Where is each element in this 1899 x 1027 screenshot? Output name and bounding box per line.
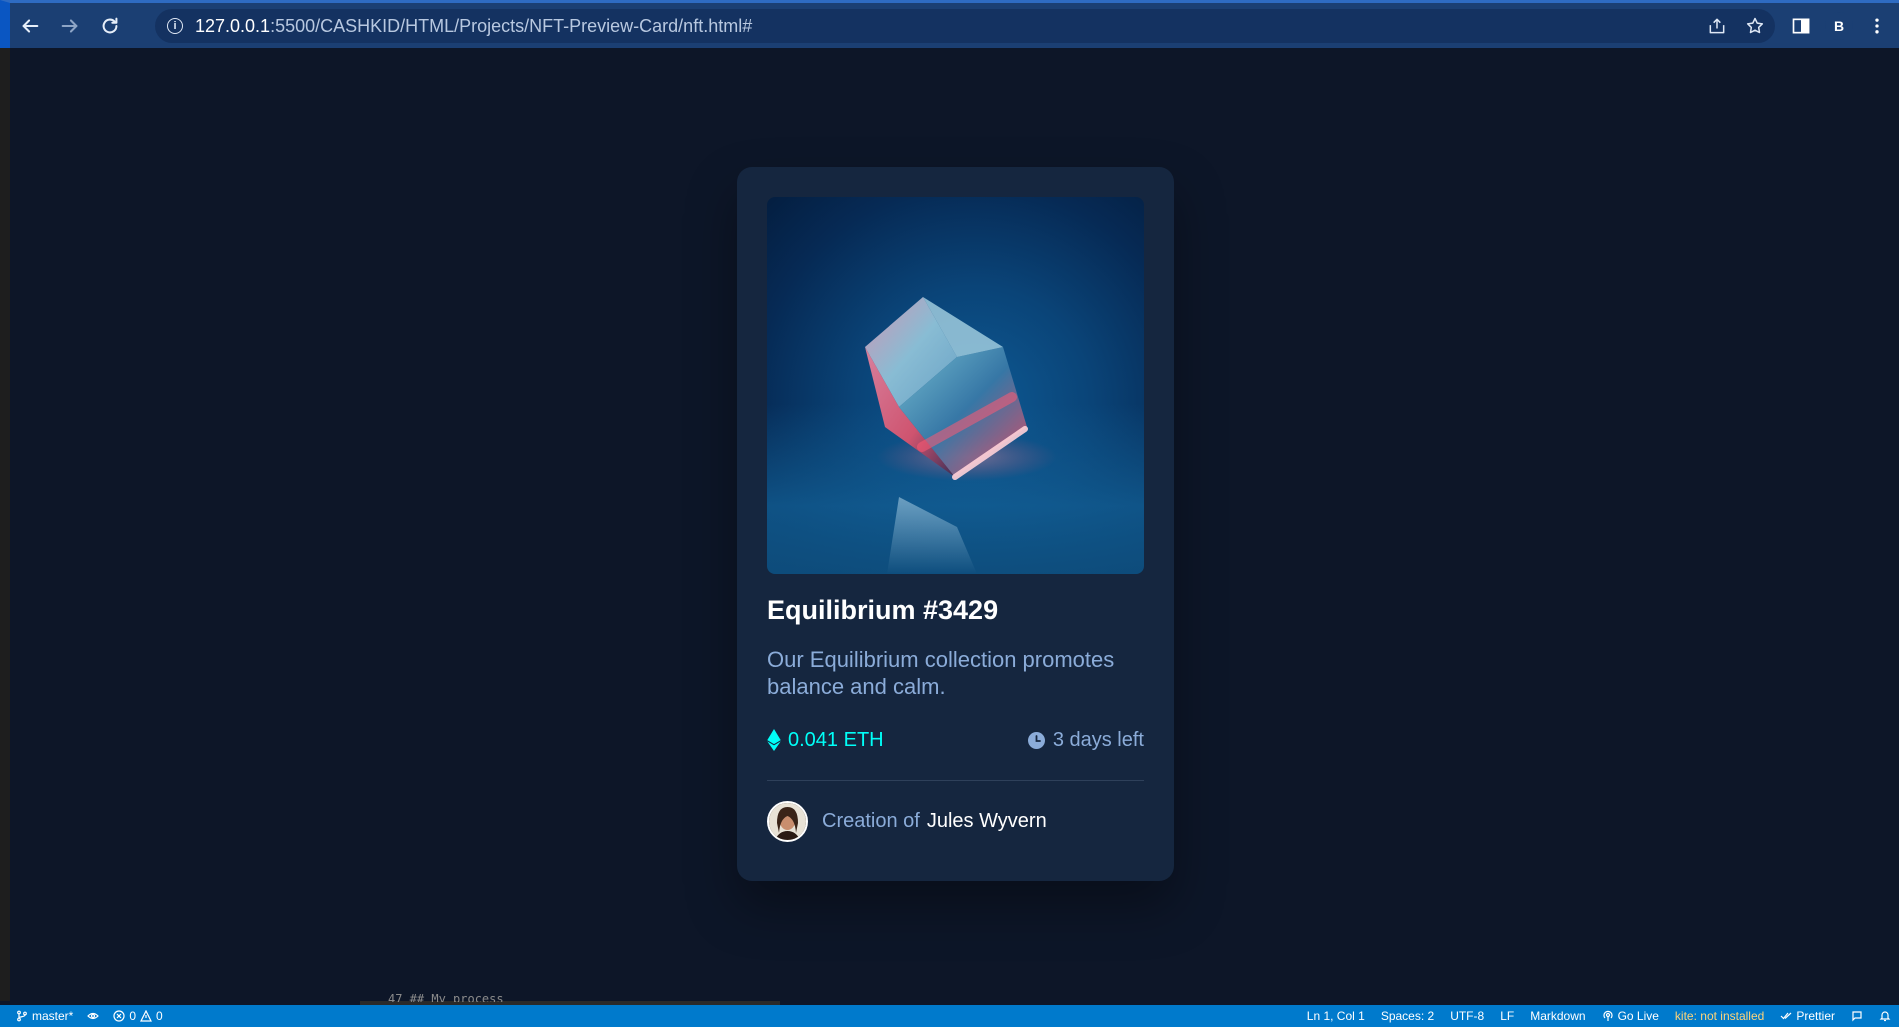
card-divider bbox=[767, 780, 1144, 781]
card-description: Our Equilibrium collection promotes bala… bbox=[767, 647, 1115, 699]
creator-row: Creation of Jules Wyvern bbox=[767, 801, 1144, 842]
prettier-status[interactable]: Prettier bbox=[1780, 1009, 1835, 1023]
problems-indicator[interactable]: 0 0 bbox=[113, 1009, 163, 1023]
eye-icon bbox=[87, 1012, 100, 1020]
clock-icon bbox=[1027, 731, 1045, 749]
info-icon[interactable]: i bbox=[167, 18, 183, 34]
warning-icon bbox=[140, 1010, 153, 1022]
profile-avatar[interactable]: B bbox=[1825, 11, 1853, 40]
back-button[interactable] bbox=[10, 6, 50, 46]
feedback-button[interactable] bbox=[1851, 1010, 1863, 1022]
go-live-button[interactable]: Go Live bbox=[1602, 1009, 1659, 1023]
editor-remnant-text: 47 ## My process bbox=[388, 992, 504, 1002]
creator-name[interactable]: Jules Wyvern bbox=[927, 810, 1047, 833]
encoding[interactable]: UTF-8 bbox=[1450, 1009, 1484, 1023]
prettier-label: Prettier bbox=[1796, 1009, 1835, 1023]
card-title[interactable]: Equilibrium #3429 bbox=[767, 594, 1144, 626]
url-path: :5500/CASHKID/HTML/Projects/NFT-Preview-… bbox=[270, 15, 753, 36]
side-panel-icon[interactable] bbox=[1791, 16, 1811, 36]
reload-icon bbox=[102, 17, 118, 33]
price: 0.041 ETH bbox=[767, 729, 884, 752]
editor-status-bar: master* 0 0 Ln 1, Col 1 Spaces: 2 UTF-8 … bbox=[0, 1005, 1899, 1027]
time-left-value: 3 days left bbox=[1052, 728, 1144, 751]
reload-button[interactable] bbox=[90, 6, 130, 46]
error-icon bbox=[113, 1010, 125, 1022]
share-icon[interactable] bbox=[1707, 16, 1727, 36]
error-count: 0 bbox=[129, 1009, 137, 1023]
bell-icon bbox=[1879, 1011, 1891, 1022]
language-mode[interactable]: Markdown bbox=[1530, 1009, 1585, 1023]
time-left: 3 days left bbox=[1027, 728, 1144, 752]
price-value: 0.041 ETH bbox=[788, 728, 884, 751]
creator-label: Creation of bbox=[822, 810, 920, 832]
git-branch-label: master* bbox=[32, 1009, 74, 1023]
glass-cube-image bbox=[865, 297, 1057, 574]
window-edge bbox=[0, 48, 10, 1001]
star-icon[interactable] bbox=[1745, 16, 1765, 36]
double-check-icon bbox=[1780, 1012, 1792, 1020]
url-host: 127.0.0.1 bbox=[195, 15, 271, 36]
browser-toolbar: i 127.0.0.1:5500/CASHKID/HTML/Projects/N… bbox=[0, 0, 1899, 48]
git-branch[interactable]: master* bbox=[16, 1009, 73, 1023]
go-live-label: Go Live bbox=[1617, 1009, 1659, 1023]
notifications-button[interactable] bbox=[1879, 1010, 1891, 1022]
card-stats: 0.041 ETH 3 days left bbox=[767, 725, 1144, 755]
address-bar[interactable]: i 127.0.0.1:5500/CASHKID/HTML/Projects/N… bbox=[155, 9, 1775, 43]
nft-preview-card: Equilibrium #3429 Our Equilibrium collec… bbox=[737, 167, 1174, 881]
back-arrow-icon bbox=[22, 18, 39, 33]
avatar-image bbox=[769, 803, 806, 840]
nft-image[interactable] bbox=[767, 197, 1144, 574]
indentation[interactable]: Spaces: 2 bbox=[1381, 1009, 1434, 1023]
sync-button[interactable] bbox=[87, 1010, 100, 1022]
broadcast-icon bbox=[1602, 1010, 1613, 1021]
kite-status[interactable]: kite: not installed bbox=[1675, 1009, 1764, 1023]
more-vert-icon[interactable] bbox=[1867, 16, 1887, 36]
creator-avatar bbox=[767, 801, 808, 842]
cursor-position[interactable]: Ln 1, Col 1 bbox=[1307, 1009, 1365, 1023]
ethereum-icon bbox=[767, 729, 781, 751]
warning-count: 0 bbox=[156, 1009, 163, 1023]
forward-arrow-icon bbox=[61, 18, 78, 33]
forward-button[interactable] bbox=[50, 6, 90, 46]
feedback-icon bbox=[1852, 1011, 1862, 1022]
git-branch-icon bbox=[17, 1010, 27, 1022]
end-of-line[interactable]: LF bbox=[1500, 1009, 1514, 1023]
